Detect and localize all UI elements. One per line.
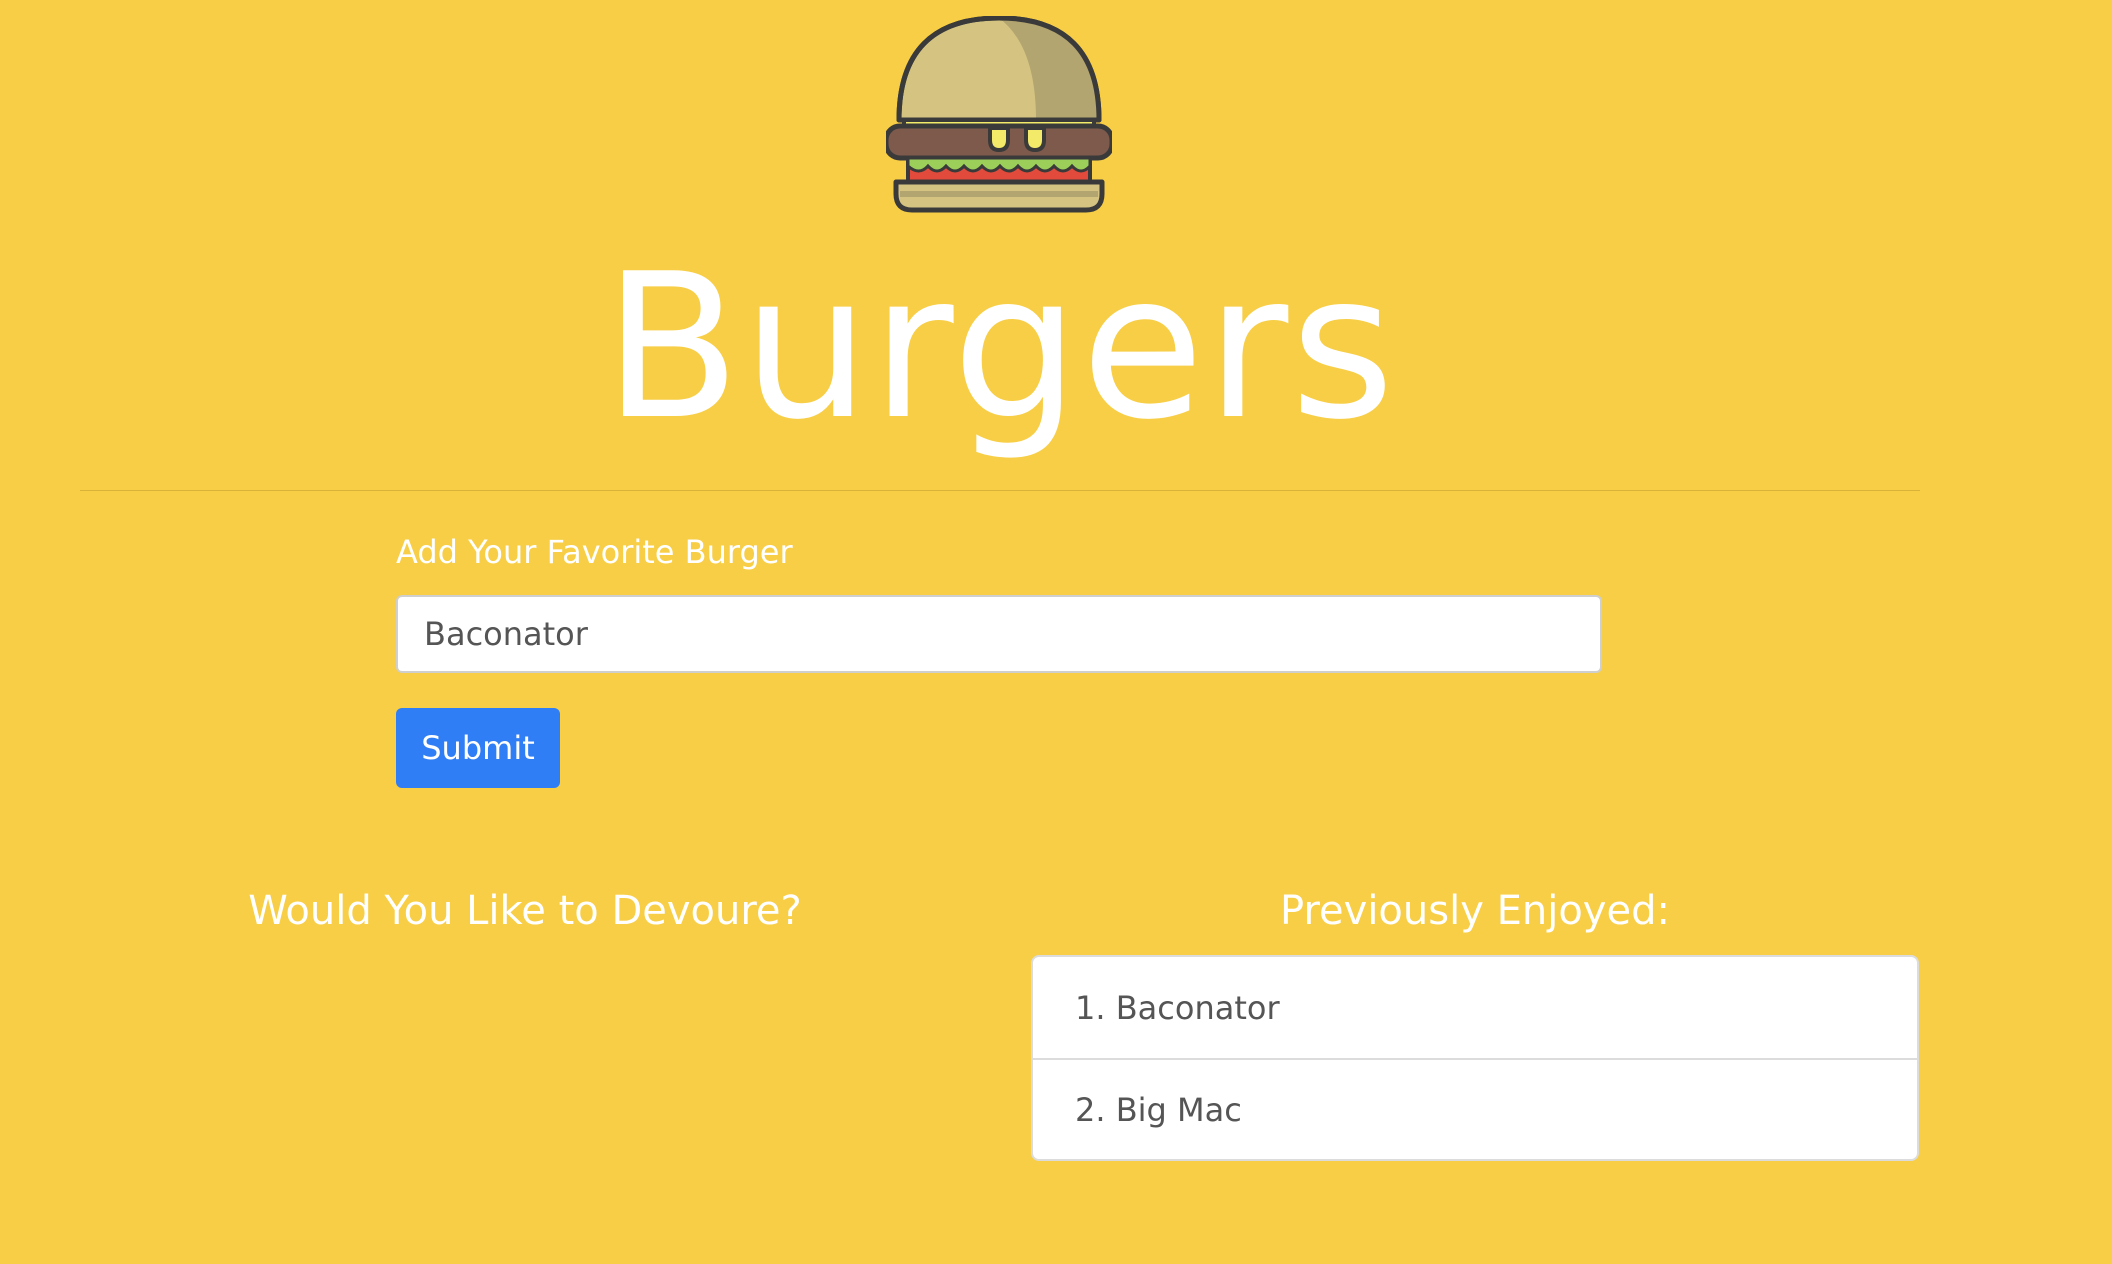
burger-form-label: Add Your Favorite Burger (396, 533, 793, 571)
header-divider (80, 490, 1920, 491)
list-item: 1. Baconator (1075, 988, 1280, 1027)
devour-heading: Would You Like to Devoure? (248, 888, 802, 934)
burger-name-input[interactable] (396, 595, 1602, 673)
submit-button[interactable]: Submit (396, 708, 560, 788)
burger-icon (883, 15, 1115, 214)
page-title: Burgers (603, 231, 1397, 464)
list-item: 2. Big Mac (1033, 1058, 1917, 1159)
enjoyed-list: 1. Baconator 2. Big Mac (1031, 955, 1919, 1161)
enjoyed-heading: Previously Enjoyed: (1280, 888, 1670, 934)
